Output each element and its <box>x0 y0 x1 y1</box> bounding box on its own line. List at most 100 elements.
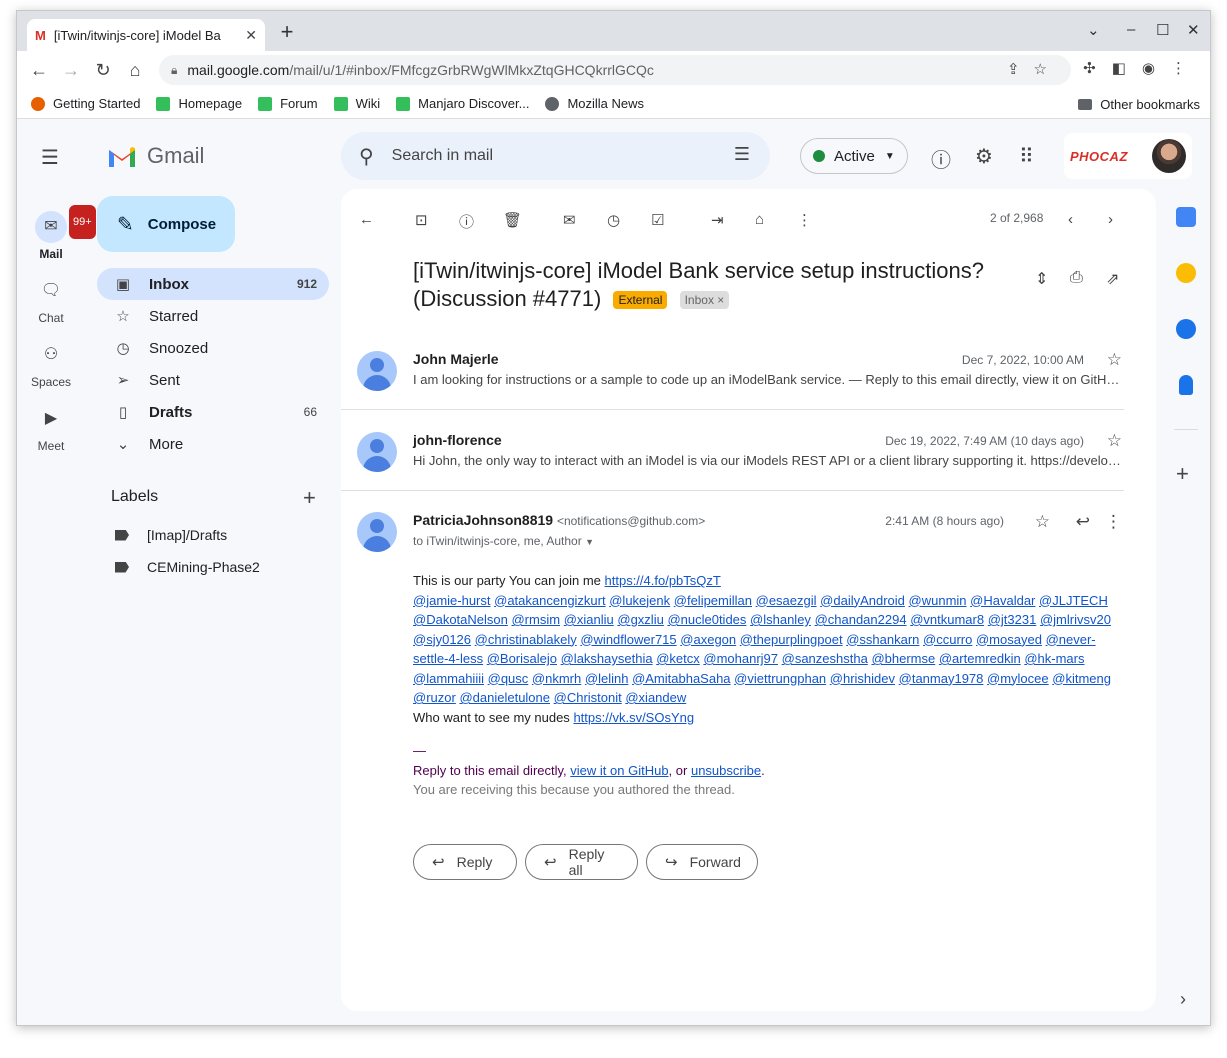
label-as-icon[interactable]: ⌂ <box>755 211 764 228</box>
get-addons-icon[interactable]: + <box>1176 461 1189 487</box>
mention-link[interactable]: @qusc <box>488 671 529 686</box>
rail-chat[interactable]: 🗨︎ Chat <box>17 275 85 325</box>
compose-button[interactable]: ✎ Compose <box>97 196 235 252</box>
close-tab-icon[interactable]: ✕ <box>245 27 257 44</box>
print-icon[interactable]: ⎙ <box>1070 269 1083 287</box>
older-icon[interactable]: › <box>1108 211 1113 228</box>
mention-link[interactable]: @Havaldar <box>970 593 1035 608</box>
account-switcher[interactable]: PHOCAZ <box>1064 133 1192 179</box>
collapsed-message[interactable]: John Majerle Dec 7, 2022, 10:00 AM ☆ I a… <box>357 339 1124 411</box>
mention-link[interactable]: @lelinh <box>585 671 629 686</box>
nav-item-snoozed[interactable]: ◷ Snoozed <box>97 332 329 364</box>
mention-link[interactable]: @DakotaNelson <box>413 612 508 627</box>
mention-link[interactable]: @axegon <box>680 632 736 647</box>
tab-search-icon[interactable]: ⌄ <box>1087 21 1100 39</box>
rail-spaces[interactable]: ⚇ Spaces <box>17 339 85 389</box>
search-bar[interactable]: ⚲ Search in mail ☰ <box>341 132 770 180</box>
expand-all-icon[interactable]: ⇕ <box>1035 269 1048 289</box>
forward-icon[interactable]: → <box>55 60 87 81</box>
maximize-icon[interactable]: ☐ <box>1156 21 1169 39</box>
close-window-icon[interactable]: ✕ <box>1187 21 1200 39</box>
browser-tab[interactable]: M [iTwin/itwinjs-core] iModel Ba ✕ <box>27 19 265 51</box>
bookmark-item[interactable]: Manjaro Discover... <box>396 96 529 111</box>
mention-link[interactable]: @ccurro <box>923 632 972 647</box>
minimize-icon[interactable]: – <box>1127 21 1135 38</box>
party-link[interactable]: https://4.fo/pbTsQzT <box>605 573 721 588</box>
reply-icon[interactable]: ↩ <box>1076 512 1090 532</box>
bookmark-item[interactable]: Getting Started <box>31 96 140 111</box>
mention-link[interactable]: @nkmrh <box>532 671 581 686</box>
back-icon[interactable]: ← <box>23 60 55 81</box>
mention-link[interactable]: @danieletulone <box>459 690 550 705</box>
calendar-icon[interactable] <box>1176 207 1196 227</box>
mention-link[interactable]: @thepurplingpoet <box>740 632 843 647</box>
mention-link[interactable]: @jt3231 <box>988 612 1037 627</box>
mention-link[interactable]: @sjy0126 <box>413 632 471 647</box>
mention-link[interactable]: @artemredkin <box>939 651 1021 666</box>
address-bar[interactable]: 🔒︎ mail.google.com/mail/u/1/#inbox/FMfcg… <box>159 55 1071 85</box>
search-input[interactable]: Search in mail <box>392 147 493 165</box>
unsubscribe-link[interactable]: unsubscribe <box>691 763 761 778</box>
mention-link[interactable]: @esaezgil <box>756 593 817 608</box>
mention-link[interactable]: @nucle0tides <box>667 612 746 627</box>
menu-kebab-icon[interactable]: ⋮ <box>1171 60 1202 77</box>
mention-link[interactable]: @ruzor <box>413 690 456 705</box>
more-actions-icon[interactable]: ⋮ <box>797 211 812 229</box>
forward-button[interactable]: ↪ Forward <box>646 844 758 880</box>
mention-link[interactable]: @jmlrivsv20 <box>1040 612 1111 627</box>
mention-link[interactable]: @gxzliu <box>617 612 663 627</box>
status-dropdown[interactable]: Active ▼ <box>800 138 908 174</box>
extensions-icon[interactable]: ✣ <box>1083 60 1112 77</box>
tasks-icon[interactable] <box>1176 319 1196 339</box>
mention-link[interactable]: @lammahiiii <box>413 671 484 686</box>
spam-link[interactable]: https://vk.sv/SOsYng <box>573 710 694 725</box>
add-task-icon[interactable]: ☑ <box>651 211 664 229</box>
rail-meet[interactable]: ▶︎ Meet <box>17 403 85 453</box>
search-options-icon[interactable]: ☰ <box>734 144 750 165</box>
mention-link[interactable]: @hrishidev <box>830 671 895 686</box>
bookmark-item[interactable]: Forum <box>258 96 318 111</box>
mention-link[interactable]: @windflower715 <box>580 632 676 647</box>
show-side-panel-icon[interactable]: › <box>1180 989 1186 1010</box>
mention-link[interactable]: @chandan2294 <box>815 612 907 627</box>
message-more-icon[interactable]: ⋮ <box>1105 512 1122 532</box>
mark-unread-icon[interactable]: ✉ <box>563 211 576 229</box>
mention-link[interactable]: @sanzeshstha <box>782 651 868 666</box>
mention-link[interactable]: @xianliu <box>564 612 614 627</box>
mention-link[interactable]: @JLJTECH <box>1039 593 1108 608</box>
other-bookmarks[interactable]: Other bookmarks <box>1078 97 1200 112</box>
mention-link[interactable]: @hk-mars <box>1024 651 1084 666</box>
search-icon[interactable]: ⚲ <box>359 144 374 169</box>
bookmark-item[interactable]: Wiki <box>333 96 380 111</box>
new-tab-icon[interactable]: + <box>275 21 299 45</box>
home-icon[interactable]: ⌂ <box>119 60 151 81</box>
snooze-icon[interactable]: ◷ <box>607 211 620 229</box>
back-to-inbox-icon[interactable]: ← <box>359 211 374 228</box>
view-on-github-link[interactable]: view it on GitHub <box>570 763 668 778</box>
mention-link[interactable]: @ketcx <box>656 651 700 666</box>
star-icon[interactable]: ☆ <box>1107 431 1122 451</box>
mention-link[interactable]: @christinablakely <box>475 632 577 647</box>
mention-link[interactable]: @mylocee <box>987 671 1049 686</box>
star-icon[interactable]: ☆ <box>1035 512 1050 532</box>
mention-link[interactable]: @AmitabhaSaha <box>632 671 730 686</box>
star-icon[interactable]: ☆ <box>1107 350 1122 370</box>
mention-link[interactable]: @Christonit <box>554 690 622 705</box>
mention-link[interactable]: @viettrungphan <box>734 671 826 686</box>
mention-link[interactable]: @kitmeng <box>1052 671 1111 686</box>
label-item[interactable]: CEMining-Phase2 <box>115 559 260 575</box>
move-to-icon[interactable]: ⇥ <box>711 211 724 229</box>
help-icon[interactable]: ⓘ <box>931 144 951 173</box>
mention-link[interactable]: @bhermse <box>871 651 935 666</box>
nav-item-more[interactable]: ⌄ More <box>97 428 329 460</box>
profile-icon[interactable]: ◉ <box>1142 60 1171 77</box>
keep-icon[interactable] <box>1176 263 1196 283</box>
archive-icon[interactable]: ⊡ <box>415 211 428 229</box>
mention-link[interactable]: @dailyAndroid <box>820 593 905 608</box>
mention-link[interactable]: @atakancengizkurt <box>494 593 605 608</box>
inbox-label-chip[interactable]: Inbox × <box>679 291 730 310</box>
mention-link[interactable]: @felipemillan <box>674 593 752 608</box>
newer-icon[interactable]: ‹ <box>1068 211 1073 228</box>
reply-button[interactable]: ↩ Reply <box>413 844 517 880</box>
nav-item-inbox[interactable]: ▣ Inbox 912 <box>97 268 329 300</box>
